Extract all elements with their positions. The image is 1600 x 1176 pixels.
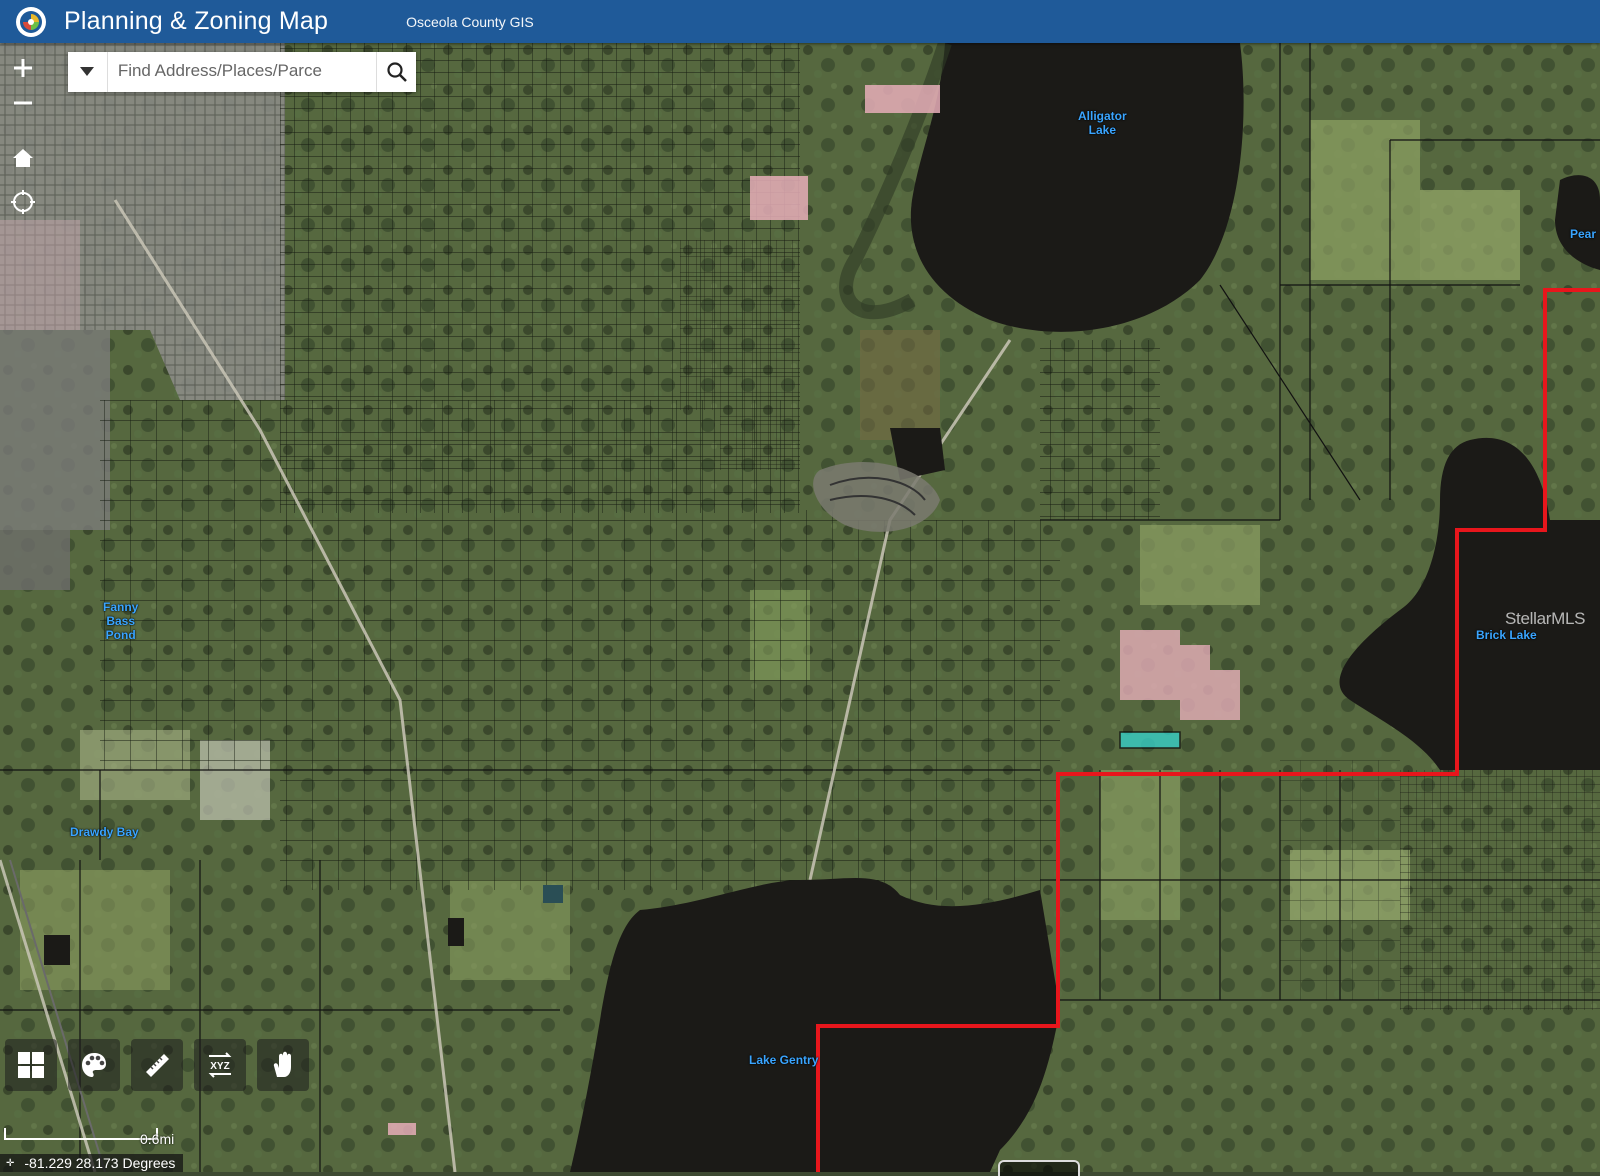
attribution-toggle[interactable] bbox=[998, 1160, 1080, 1176]
aerial-map[interactable] bbox=[0, 43, 1600, 1172]
search-button[interactable] bbox=[376, 52, 416, 92]
scale-bar bbox=[4, 1128, 158, 1140]
measure-ruler-icon bbox=[146, 1054, 169, 1077]
locate-icon bbox=[11, 190, 35, 214]
minus-icon bbox=[14, 101, 32, 105]
layers-palette-icon bbox=[82, 1053, 106, 1077]
basemap-gallery-button[interactable] bbox=[5, 1039, 57, 1091]
map-view[interactable]: Alligator Lake Pear Brick Lake Fanny Bas… bbox=[0, 43, 1600, 1172]
xyz-text: XYZ bbox=[210, 1061, 229, 1072]
search-input[interactable] bbox=[107, 52, 377, 90]
xyz-coordinates-icon: XYZ bbox=[208, 1052, 232, 1078]
county-logo-icon[interactable] bbox=[16, 6, 46, 37]
locate-button[interactable] bbox=[8, 187, 38, 217]
layers-button[interactable] bbox=[68, 1039, 120, 1091]
crosshair-icon[interactable]: ✛ bbox=[6, 1158, 14, 1169]
app-title: Planning & Zoning Map bbox=[64, 7, 329, 35]
zoom-out-button[interactable] bbox=[8, 88, 38, 118]
search-widget bbox=[68, 52, 416, 92]
xyz-coordinate-button[interactable]: XYZ bbox=[194, 1039, 246, 1091]
label-drawdy-bay: Drawdy Bay bbox=[70, 825, 139, 839]
home-icon bbox=[13, 149, 33, 167]
draw-hand-icon bbox=[273, 1051, 291, 1077]
label-brick-lake: Brick Lake bbox=[1476, 628, 1537, 642]
zoom-in-button[interactable] bbox=[8, 53, 38, 83]
measure-button[interactable] bbox=[131, 1039, 183, 1091]
label-fanny-bass-pond: Fanny Bass Pond bbox=[103, 600, 139, 642]
search-icon bbox=[386, 62, 407, 82]
stellarmls-watermark: StellarMLS bbox=[1505, 609, 1586, 628]
label-alligator-lake: Alligator Lake bbox=[1078, 109, 1127, 137]
label-lake-gentry: Lake Gentry bbox=[749, 1053, 819, 1067]
coordinate-text: -81.229 28.173 Degrees bbox=[24, 1155, 176, 1171]
chevron-down-icon bbox=[80, 67, 95, 76]
draw-button[interactable] bbox=[257, 1039, 309, 1091]
app-header: Planning & Zoning Map Osceola County GIS bbox=[0, 0, 1600, 43]
app-subtitle[interactable]: Osceola County GIS bbox=[406, 14, 534, 30]
label-pearl-lake: Pear bbox=[1570, 227, 1597, 241]
home-button[interactable] bbox=[8, 143, 38, 173]
basemap-gallery-icon bbox=[18, 1052, 44, 1078]
plus-icon bbox=[14, 59, 32, 77]
search-source-dropdown[interactable] bbox=[68, 52, 108, 92]
coordinate-readout: ✛ -81.229 28.173 Degrees bbox=[0, 1154, 184, 1172]
scale-label: 0.6mi bbox=[140, 1131, 175, 1147]
